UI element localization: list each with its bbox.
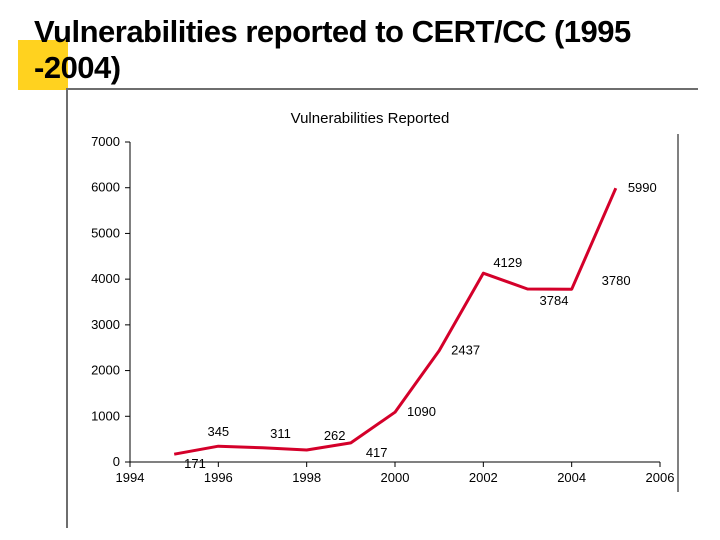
y-tick-label: 0 [113,454,120,469]
x-tick-label: 1996 [204,470,233,485]
slide: Vulnerabilities reported to CERT/CC (199… [0,0,720,540]
x-tick-label: 1994 [116,470,145,485]
series-line [174,188,616,454]
x-tick-label: 1998 [292,470,321,485]
chart: Vulnerabilities Reported 0 1000 2000 3000 40… [60,110,680,510]
y-tick-label: 6000 [91,180,120,195]
data-label: 4129 [493,255,522,270]
x-tick-label: 2002 [469,470,498,485]
data-label: 2437 [451,343,480,358]
y-tick-label: 1000 [91,408,120,423]
data-label: 262 [324,428,346,443]
x-tick-label: 2000 [381,470,410,485]
y-tick-label: 3000 [91,317,120,332]
y-tick-label: 4000 [91,271,120,286]
chart-plot: 0 1000 2000 3000 4000 5000 6000 7000 1994 1996 199… [60,132,680,502]
data-label: 345 [207,424,229,439]
slide-title: Vulnerabilities reported to CERT/CC (199… [34,14,674,85]
x-tick-label: 2004 [557,470,586,485]
data-label: 417 [366,445,388,460]
chart-title: Vulnerabilities Reported [60,110,680,127]
y-tick-label: 5000 [91,225,120,240]
accent-horiz-rule [68,88,698,90]
x-tick-label: 2006 [646,470,675,485]
data-label: 3780 [602,273,631,288]
y-tick-label: 2000 [91,363,120,378]
data-label: 3784 [540,293,569,308]
y-tick-label: 7000 [91,134,120,149]
data-label: 1090 [407,404,436,419]
data-label: 171 [184,456,206,471]
data-label: 5990 [628,180,657,195]
data-label: 311 [270,426,291,441]
